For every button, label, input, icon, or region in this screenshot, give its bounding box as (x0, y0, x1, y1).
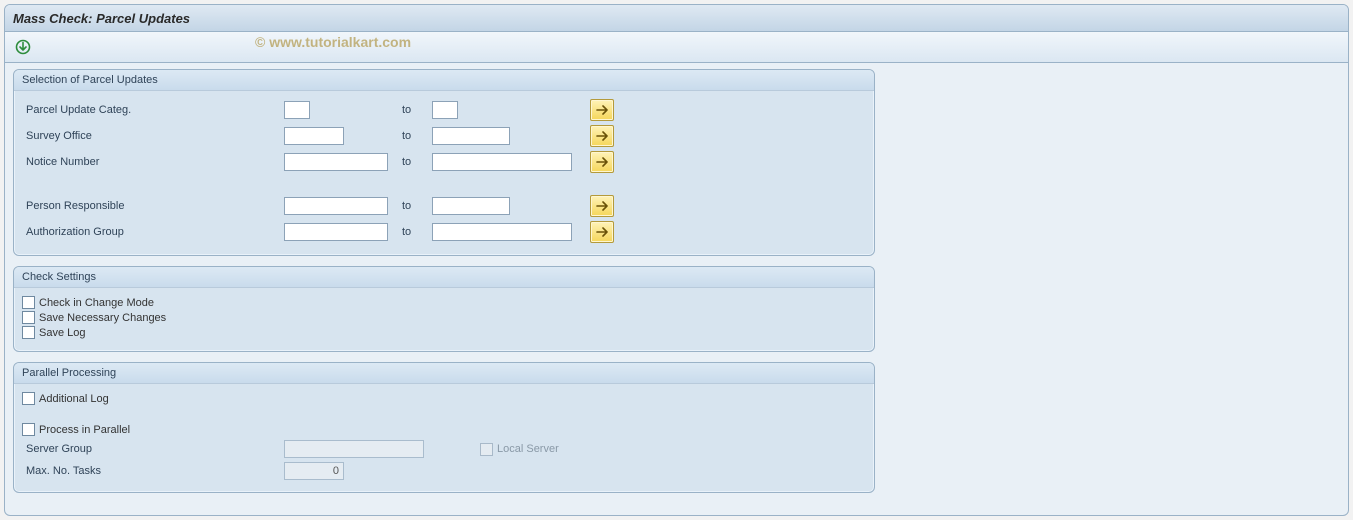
notice-number-from-input[interactable] (284, 153, 388, 171)
save-log-label: Save Log (39, 327, 85, 339)
titlebar: Mass Check: Parcel Updates (5, 5, 1348, 32)
check-in-change-mode-checkbox[interactable] (22, 296, 35, 309)
to-label: to (398, 97, 428, 123)
row-person-responsible: Person Responsible to (22, 193, 624, 219)
additional-log-label: Additional Log (39, 393, 109, 405)
max-no-tasks-input (284, 462, 344, 480)
local-server-label: Local Server (497, 443, 559, 455)
row-max-no-tasks: Max. No. Tasks (22, 460, 563, 482)
additional-log-checkbox[interactable] (22, 392, 35, 405)
authorization-group-to-input[interactable] (432, 223, 572, 241)
toolbar: © www.tutorialkart.com (5, 32, 1348, 63)
authorization-group-from-input[interactable] (284, 223, 388, 241)
person-responsible-to-input[interactable] (432, 197, 510, 215)
group-parallel-processing: Parallel Processing Additional Log Proce… (13, 362, 875, 493)
group-check-settings: Check Settings Check in Change Mode Save… (13, 266, 875, 352)
page-title: Mass Check: Parcel Updates (13, 11, 190, 26)
group-check-settings-title: Check Settings (14, 267, 874, 288)
to-label: to (398, 219, 428, 245)
parcel-update-categ-to-input[interactable] (432, 101, 458, 119)
notice-number-to-input[interactable] (432, 153, 572, 171)
multi-select-button[interactable] (590, 195, 614, 217)
label-max-no-tasks: Max. No. Tasks (22, 460, 280, 482)
save-necessary-changes-label: Save Necessary Changes (39, 312, 166, 324)
label-person-responsible: Person Responsible (22, 193, 280, 219)
label-notice-number: Notice Number (22, 149, 280, 175)
label-authorization-group: Authorization Group (22, 219, 280, 245)
row-parcel-update-categ: Parcel Update Categ. to (22, 97, 624, 123)
multi-select-button[interactable] (590, 99, 614, 121)
group-selection: Selection of Parcel Updates Parcel Updat… (13, 69, 875, 256)
window: Mass Check: Parcel Updates © www.tutoria… (4, 4, 1349, 516)
multi-select-button[interactable] (590, 151, 614, 173)
row-server-group: Server Group Local Server (22, 438, 563, 460)
to-label: to (398, 149, 428, 175)
label-survey-office: Survey Office (22, 123, 280, 149)
group-parallel-processing-title: Parallel Processing (14, 363, 874, 384)
multi-select-button[interactable] (590, 221, 614, 243)
process-in-parallel-label: Process in Parallel (39, 424, 130, 436)
save-necessary-changes-checkbox[interactable] (22, 311, 35, 324)
row-survey-office: Survey Office to (22, 123, 624, 149)
server-group-input (284, 440, 424, 458)
multi-select-button[interactable] (590, 125, 614, 147)
person-responsible-from-input[interactable] (284, 197, 388, 215)
save-log-checkbox[interactable] (22, 326, 35, 339)
to-label: to (398, 193, 428, 219)
parcel-update-categ-from-input[interactable] (284, 101, 310, 119)
local-server-checkbox (480, 443, 493, 456)
check-in-change-mode-label: Check in Change Mode (39, 297, 154, 309)
execute-icon[interactable] (15, 39, 31, 55)
to-label: to (398, 123, 428, 149)
content: Selection of Parcel Updates Parcel Updat… (5, 63, 1348, 509)
survey-office-from-input[interactable] (284, 127, 344, 145)
row-notice-number: Notice Number to (22, 149, 624, 175)
label-server-group: Server Group (22, 438, 280, 460)
label-parcel-update-categ: Parcel Update Categ. (22, 97, 280, 123)
watermark: © www.tutorialkart.com (255, 34, 411, 50)
process-in-parallel-checkbox[interactable] (22, 423, 35, 436)
survey-office-to-input[interactable] (432, 127, 510, 145)
row-authorization-group: Authorization Group to (22, 219, 624, 245)
group-selection-title: Selection of Parcel Updates (14, 70, 874, 91)
